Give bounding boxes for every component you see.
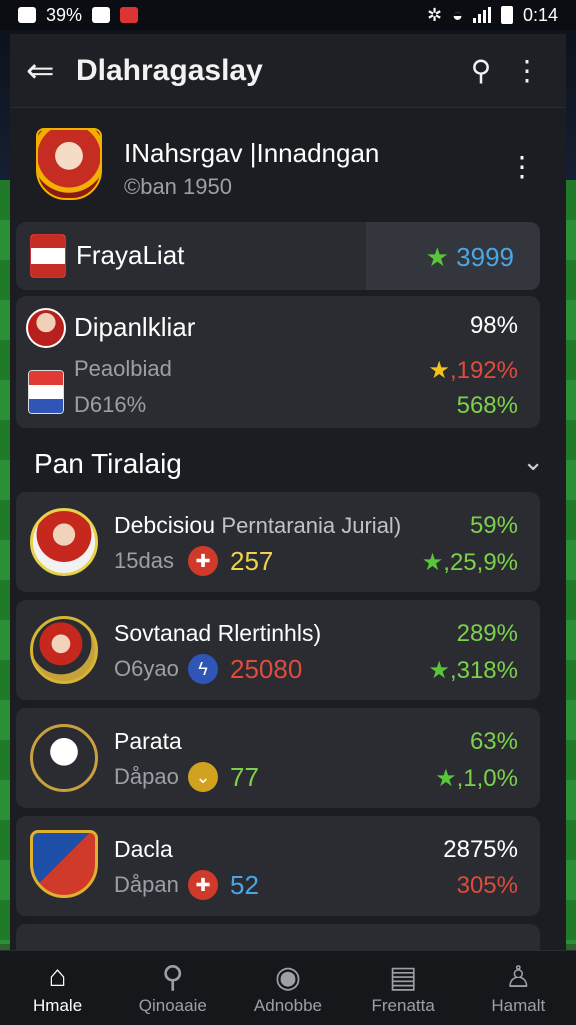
section-title: Pan Tiralaig bbox=[34, 448, 182, 479]
wifi-icon: ◒ bbox=[452, 4, 463, 25]
profile-card[interactable]: INahsrgav |Innadngan ©ban 1950 ⋮ bbox=[26, 120, 550, 216]
team-sub: O6yao bbox=[114, 656, 179, 681]
player-avatar bbox=[26, 308, 66, 348]
team-name-line: Debcisiou Perntarania Jurial) bbox=[114, 512, 401, 539]
team-pct: 59% bbox=[469, 512, 518, 539]
team-change: 305% bbox=[456, 872, 518, 899]
stats-card[interactable]: Dipanlkliar 98% Peaolbiad ★,192% D616% 5… bbox=[16, 296, 540, 428]
team-logo bbox=[30, 724, 98, 792]
star-icon: ★ bbox=[435, 765, 457, 792]
gallery-icon bbox=[18, 7, 36, 23]
chevron-down-icon[interactable]: ⌄ bbox=[522, 446, 544, 477]
star-icon: ★ bbox=[428, 357, 450, 384]
stats-name: Dipanlkliar bbox=[74, 312, 196, 342]
team-logo bbox=[30, 830, 98, 898]
team-card[interactable]: Parata 63% Dåpao ⌄ 77 ★,1,0% bbox=[16, 708, 540, 808]
status-time: 0:14 bbox=[522, 4, 558, 25]
club-badge bbox=[30, 234, 66, 278]
team-logo bbox=[30, 616, 98, 684]
team-name: Debcisiou bbox=[114, 512, 215, 538]
search-icon[interactable]: ⚲ bbox=[458, 54, 504, 87]
team-card-partial[interactable] bbox=[16, 924, 540, 950]
stats-row3-label: D616% bbox=[74, 392, 147, 417]
star-icon: ★ bbox=[425, 242, 449, 272]
chevron-badge-icon: ⌄ bbox=[188, 762, 218, 792]
team-pct: 289% bbox=[456, 620, 518, 647]
team-logo bbox=[30, 508, 98, 576]
battery-icon bbox=[500, 6, 513, 24]
ball-icon: ◉ bbox=[274, 961, 302, 994]
star-icon: ★ bbox=[428, 657, 450, 684]
search-icon: ⚲ bbox=[161, 961, 184, 994]
more-vert-icon[interactable]: ⋮ bbox=[508, 150, 536, 183]
nav-label: Frenatta bbox=[371, 996, 435, 1015]
back-arrow-icon[interactable]: ⇐ bbox=[26, 51, 76, 91]
team-pct: 2875% bbox=[443, 836, 518, 863]
nav-label: Adnobbe bbox=[253, 996, 322, 1015]
country-flag bbox=[28, 370, 64, 414]
featured-name: FrayaLiat bbox=[76, 240, 185, 270]
team-name: Dacla bbox=[114, 836, 173, 862]
team-sub: Dåpao bbox=[114, 764, 179, 789]
team-num: 52 bbox=[230, 870, 259, 900]
profile-subtitle: ©ban 1950 bbox=[124, 174, 232, 199]
stats-value: 98% bbox=[469, 312, 518, 339]
nav-home[interactable]: ⌂ Hmale bbox=[3, 960, 113, 1016]
team-card[interactable]: Sovtanad Rlertinhls) 289% O6yao ϟ 25080 … bbox=[16, 600, 540, 700]
team-num: 77 bbox=[230, 762, 259, 792]
team-name: Sovtanad Rlertinhls) bbox=[114, 620, 322, 646]
team-card[interactable]: Debcisiou Perntarania Jurial) 59% 15das … bbox=[16, 492, 540, 592]
nav-profile[interactable]: ♙ Hamalt bbox=[463, 960, 573, 1016]
team-change: ★,1,0% bbox=[435, 765, 518, 792]
profile-name: INahsrgav |Innadngan bbox=[124, 138, 380, 168]
home-icon: ⌂ bbox=[48, 960, 67, 993]
nav-search[interactable]: ⚲ Qinoaaie bbox=[118, 960, 228, 1016]
featured-value: ★ 3999 bbox=[425, 242, 514, 272]
star-icon: ★ bbox=[421, 549, 444, 576]
vibrate-icon: ✲ bbox=[426, 4, 443, 25]
team-change: ★,25,9% bbox=[421, 549, 518, 576]
signal-icon bbox=[472, 7, 491, 23]
nav-label: Hmale bbox=[33, 996, 83, 1015]
mail-notification-icon bbox=[120, 7, 139, 23]
nav-label: Hamalt bbox=[491, 996, 546, 1015]
nav-label: Qinoaaie bbox=[138, 996, 207, 1015]
flag-badge-icon: ✚ bbox=[188, 546, 218, 576]
team-extra: Perntarania Jurial) bbox=[221, 513, 402, 538]
top-app-bar: ⇐ Dlahragaslay ⚲ ⋮ bbox=[10, 34, 566, 108]
nav-ball[interactable]: ◉ Adnobbe bbox=[233, 960, 343, 1016]
plus-badge-icon: ✚ bbox=[188, 870, 218, 900]
team-name: Parata bbox=[114, 728, 182, 754]
team-change: ★,318% bbox=[428, 657, 518, 684]
team-num: 25080 bbox=[230, 654, 303, 684]
lightning-badge-icon: ϟ bbox=[188, 654, 218, 684]
profile-icon: ♙ bbox=[504, 961, 532, 994]
bottom-navigation: ⌂ Hmale ⚲ Qinoaaie ◉ Adnobbe ▤ Frenatta … bbox=[0, 950, 576, 1025]
stats-row2-label: Peaolbiad bbox=[74, 356, 172, 381]
app-notification-icon bbox=[92, 7, 111, 23]
nav-news[interactable]: ▤ Frenatta bbox=[348, 960, 458, 1016]
stats-row2-value: ★,192% bbox=[428, 357, 518, 384]
page-title: Dlahragaslay bbox=[76, 53, 263, 87]
featured-row[interactable]: FrayaLiat ★ 3999 bbox=[16, 222, 540, 290]
team-num: 257 bbox=[230, 546, 274, 576]
news-icon: ▤ bbox=[388, 961, 418, 994]
team-pct: 63% bbox=[469, 728, 518, 755]
status-bar: 39% ✲ ◒ 0:14 bbox=[0, 0, 576, 30]
team-card[interactable]: Dacla 2875% Dåpan ✚ 52 305% bbox=[16, 816, 540, 916]
club-crest bbox=[36, 128, 102, 200]
more-vert-icon[interactable]: ⋮ bbox=[504, 54, 550, 87]
team-sub: Dåpan bbox=[114, 872, 179, 897]
stats-row3-value: 568% bbox=[456, 392, 518, 419]
team-sub: 15das bbox=[114, 548, 174, 573]
status-left-text: 39% bbox=[46, 4, 83, 25]
